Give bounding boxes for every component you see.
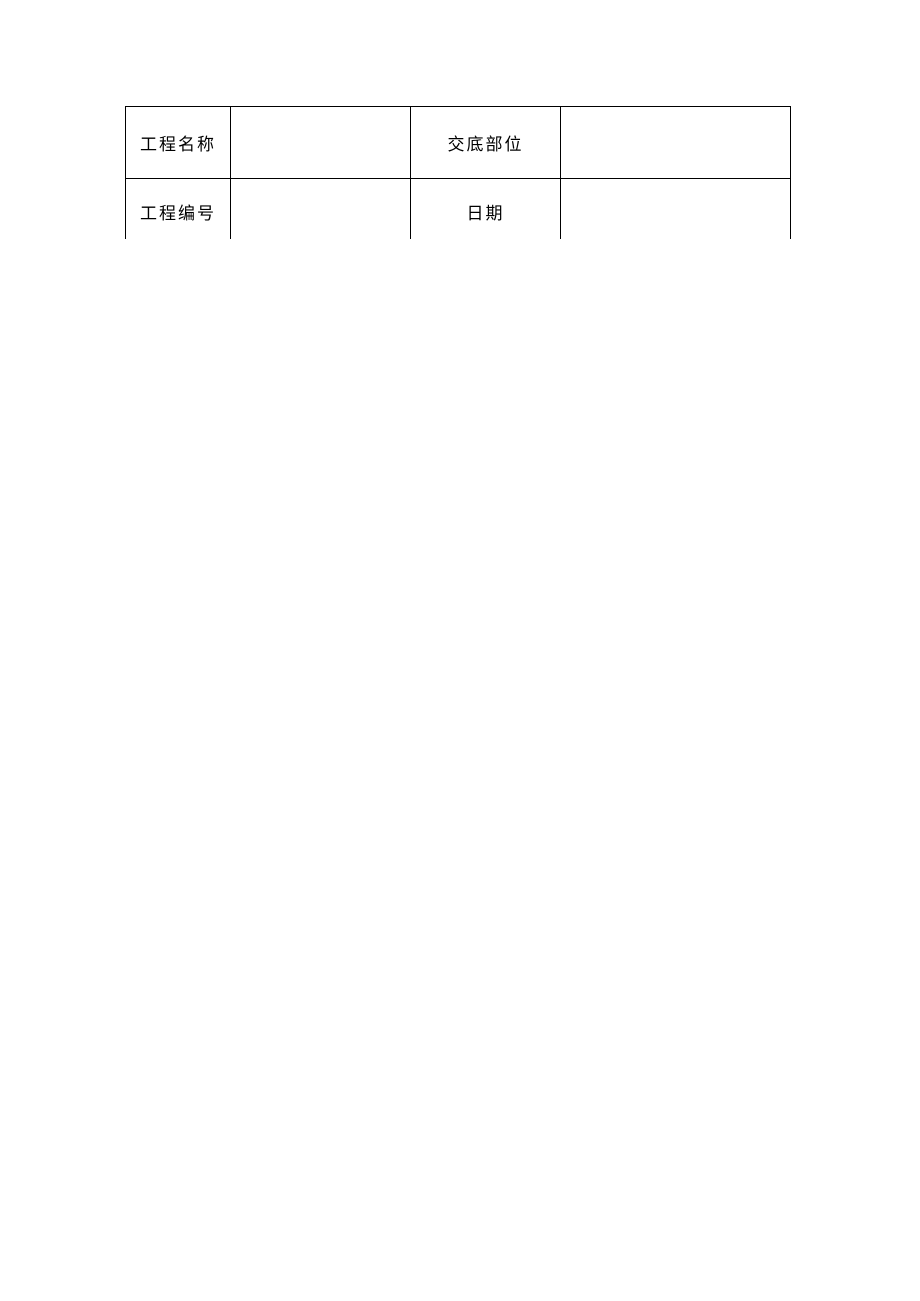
disclosure-unit-value	[561, 107, 791, 179]
project-name-label: 工程名称	[126, 107, 231, 179]
project-name-value	[231, 107, 411, 179]
disclosure-unit-label: 交底部位	[411, 107, 561, 179]
table-row: 工程编号 日期	[126, 179, 791, 239]
date-label: 日期	[411, 179, 561, 239]
table-row: 工程名称 交底部位	[126, 107, 791, 179]
date-value	[561, 179, 791, 239]
project-number-value	[231, 179, 411, 239]
project-number-label: 工程编号	[126, 179, 231, 239]
form-table-container: 工程名称 交底部位 工程编号 日期	[125, 106, 791, 239]
form-table: 工程名称 交底部位 工程编号 日期	[125, 106, 791, 239]
